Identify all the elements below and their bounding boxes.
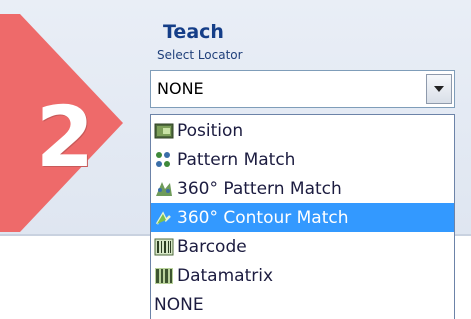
dropdown-button[interactable] bbox=[426, 74, 452, 104]
locator-select-value: NONE bbox=[157, 79, 204, 98]
position-icon bbox=[154, 123, 174, 138]
locator-select[interactable]: NONE bbox=[150, 70, 455, 108]
chevron-down-icon bbox=[434, 86, 444, 92]
pattern-match-icon bbox=[156, 151, 170, 167]
step-number: 2 bbox=[35, 88, 95, 186]
option-datamatrix[interactable]: Datamatrix bbox=[151, 261, 454, 290]
locator-dropdown-list: Position Pattern Match 360° Pattern Matc… bbox=[150, 114, 455, 319]
page-title: Teach bbox=[163, 21, 224, 43]
option-360-contour-match[interactable]: 360° Contour Match bbox=[151, 203, 454, 232]
pattern-match-360-icon bbox=[156, 181, 172, 196]
datamatrix-icon bbox=[155, 267, 173, 284]
barcode-icon bbox=[154, 238, 174, 255]
option-position[interactable]: Position bbox=[151, 116, 454, 145]
select-locator-label: Select Locator bbox=[157, 48, 243, 62]
option-barcode[interactable]: Barcode bbox=[151, 232, 454, 261]
option-pattern-match[interactable]: Pattern Match bbox=[151, 145, 454, 174]
option-none[interactable]: NONE bbox=[151, 290, 454, 319]
option-360-pattern-match[interactable]: 360° Pattern Match bbox=[151, 174, 454, 203]
contour-match-360-icon bbox=[155, 210, 171, 225]
